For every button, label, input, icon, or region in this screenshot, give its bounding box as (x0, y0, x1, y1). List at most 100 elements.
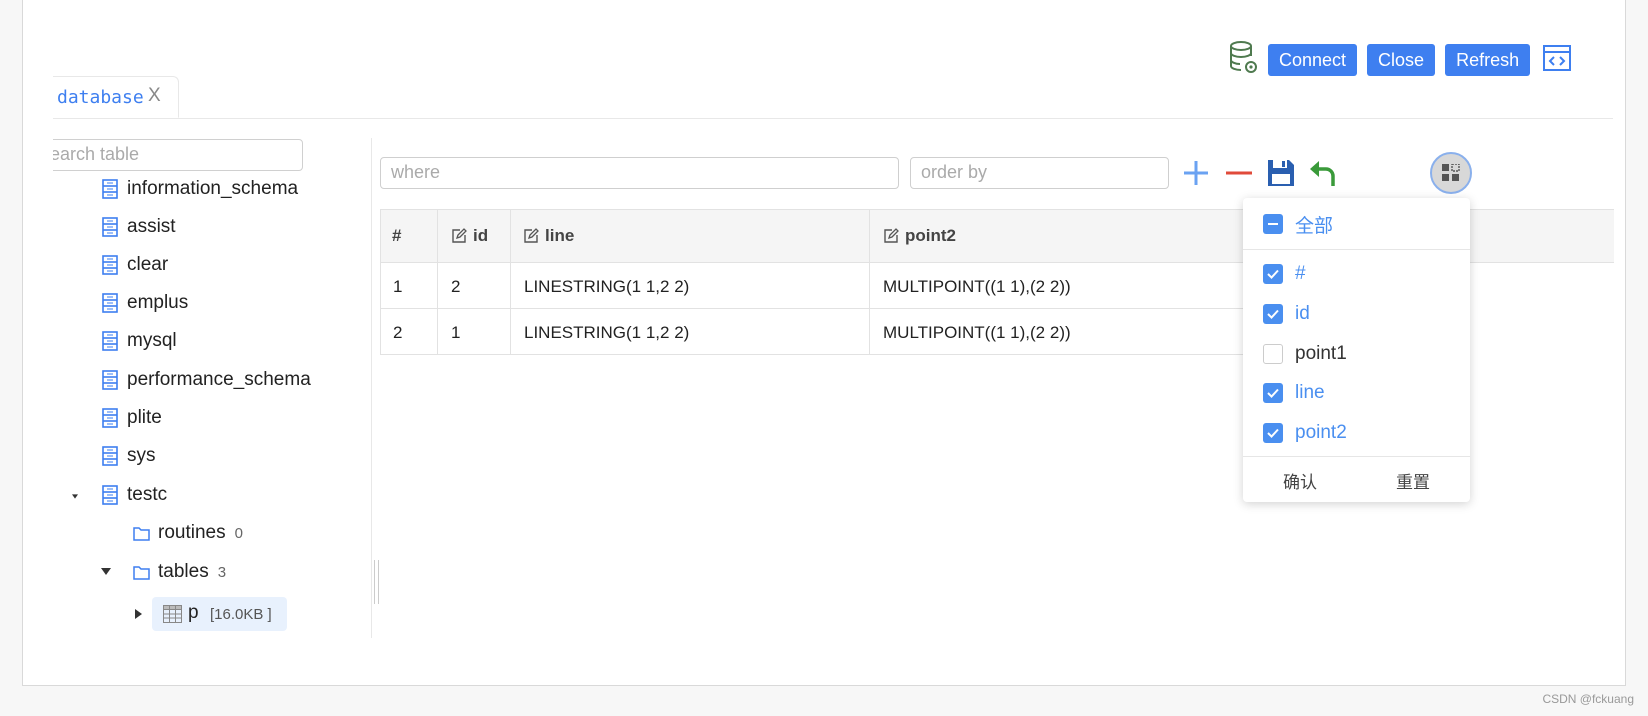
database-icon (102, 446, 118, 466)
folder-count: 0 (234, 524, 243, 542)
save-icon[interactable] (1266, 158, 1296, 188)
tree-item-database[interactable]: mysql (102, 326, 177, 356)
tree-item-routines[interactable]: routines 0 (133, 518, 243, 548)
database-icon (102, 179, 118, 199)
column-header-label: point2 (905, 226, 956, 245)
checkbox-checked-icon (1263, 423, 1283, 443)
database-icon (102, 293, 118, 313)
tree-item-database[interactable]: assist (102, 212, 176, 242)
edit-icon (524, 228, 539, 243)
column-option-label: point2 (1295, 422, 1347, 443)
connect-button[interactable]: Connect (1268, 44, 1358, 76)
column-option-label: # (1295, 263, 1306, 284)
column-option-label: point1 (1295, 343, 1347, 364)
tab-database[interactable]: database X (53, 76, 179, 118)
sidebar: earch table information_schema assist cl… (53, 138, 371, 638)
column-header-index[interactable]: # (392, 226, 401, 246)
tree-item-tables[interactable]: tables 3 (133, 557, 226, 587)
column-option-label: id (1295, 303, 1310, 324)
checkbox-checked-icon (1263, 383, 1283, 403)
tree-item-label: plite (127, 407, 162, 428)
expand-caret-icon[interactable] (72, 494, 78, 499)
tree-item-database[interactable]: emplus (102, 288, 188, 318)
folder-icon (133, 565, 150, 580)
tree-item-database[interactable]: sys (102, 441, 156, 471)
table-icon (163, 605, 182, 623)
tree-item-label: sys (127, 445, 156, 466)
column-header-label: line (545, 226, 575, 245)
undo-icon[interactable] (1308, 158, 1338, 188)
checkbox-checked-icon (1263, 264, 1283, 284)
column-option-label: 全部 (1295, 215, 1334, 237)
add-row-icon[interactable] (1181, 158, 1211, 188)
tree-item-label: assist (127, 216, 176, 237)
folder-icon (133, 526, 150, 541)
column-picker-dropdown: 全部 # id point1 line point2 确认 重置 (1243, 198, 1470, 502)
database-icon (102, 217, 118, 237)
checkbox-checked-icon (1263, 304, 1283, 324)
column-header-line[interactable]: line (523, 226, 574, 246)
column-header-id[interactable]: id (451, 226, 488, 246)
delete-row-icon[interactable] (1224, 158, 1254, 188)
code-view-icon[interactable] (1540, 42, 1572, 78)
database-icon (102, 331, 118, 351)
table-cell[interactable]: MULTIPOINT((1 1),(2 2)) (883, 277, 1071, 297)
column-header-label: id (473, 226, 489, 245)
column-option-line[interactable]: line (1263, 380, 1325, 406)
column-header-point2[interactable]: point2 (883, 226, 956, 246)
tab-bar: database X (53, 76, 1613, 119)
column-option-point1[interactable]: point1 (1263, 341, 1347, 367)
tree-item-label: clear (127, 254, 169, 275)
column-picker-button[interactable] (1430, 152, 1472, 194)
database-icon (102, 255, 118, 275)
column-option-label: line (1295, 382, 1325, 403)
tree-item-database[interactable]: information_schema (102, 174, 298, 204)
tree-item-table[interactable]: p [16.0KB ] (152, 597, 287, 631)
tree-item-database[interactable]: performance_schema (102, 365, 311, 395)
column-option-id[interactable]: id (1263, 301, 1310, 327)
database-icon (102, 370, 118, 390)
splitter (371, 138, 372, 638)
watermark: CSDN @fckuang (1542, 692, 1634, 706)
indeterminate-checkbox-icon (1263, 214, 1283, 234)
table-cell[interactable]: 1 (451, 323, 460, 343)
tab-close-button[interactable]: X (148, 85, 161, 107)
table-cell[interactable]: LINESTRING(1 1,2 2) (524, 323, 689, 343)
database-settings-icon[interactable] (1228, 40, 1268, 80)
top-toolbar: Connect Close Refresh (1228, 40, 1572, 80)
table-size: [16.0KB ] (210, 606, 272, 623)
column-option-all[interactable]: 全部 (1263, 211, 1333, 237)
tree-item-label: information_schema (127, 178, 299, 199)
table-cell[interactable]: LINESTRING(1 1,2 2) (524, 277, 689, 297)
checkbox-unchecked-icon (1263, 344, 1283, 364)
folder-label: tables (158, 561, 209, 582)
tree-item-label: testc (127, 484, 168, 505)
reset-button[interactable]: 重置 (1396, 468, 1430, 493)
edit-icon (884, 228, 899, 243)
confirm-button[interactable]: 确认 (1283, 468, 1317, 493)
tree-item-database[interactable]: testc (102, 480, 167, 510)
database-icon (102, 408, 118, 428)
tree-item-label: mysql (127, 330, 177, 351)
table-name: p (188, 602, 199, 623)
tree-item-label: emplus (127, 292, 189, 313)
search-table-input[interactable]: earch table (53, 139, 303, 171)
grid-icon (1442, 164, 1460, 181)
database-icon (102, 485, 118, 505)
column-option-point2[interactable]: point2 (1263, 420, 1347, 446)
expand-caret-icon[interactable] (101, 568, 111, 575)
refresh-button[interactable]: Refresh (1445, 44, 1531, 76)
orderby-input[interactable]: order by (910, 157, 1169, 189)
tree-item-database[interactable]: plite (102, 403, 162, 433)
table-cell[interactable]: 2 (451, 277, 460, 297)
table-cell[interactable]: 2 (393, 323, 402, 343)
tree-item-label: performance_schema (127, 369, 311, 390)
where-input[interactable]: where (380, 157, 899, 189)
collapse-caret-icon[interactable] (135, 609, 142, 619)
table-cell[interactable]: MULTIPOINT((1 1),(2 2)) (883, 323, 1071, 343)
column-option-index[interactable]: # (1263, 261, 1306, 287)
close-button[interactable]: Close (1367, 44, 1436, 76)
tree-item-database[interactable]: clear (102, 250, 168, 280)
table-cell[interactable]: 1 (393, 277, 402, 297)
resize-handle[interactable] (374, 560, 379, 604)
